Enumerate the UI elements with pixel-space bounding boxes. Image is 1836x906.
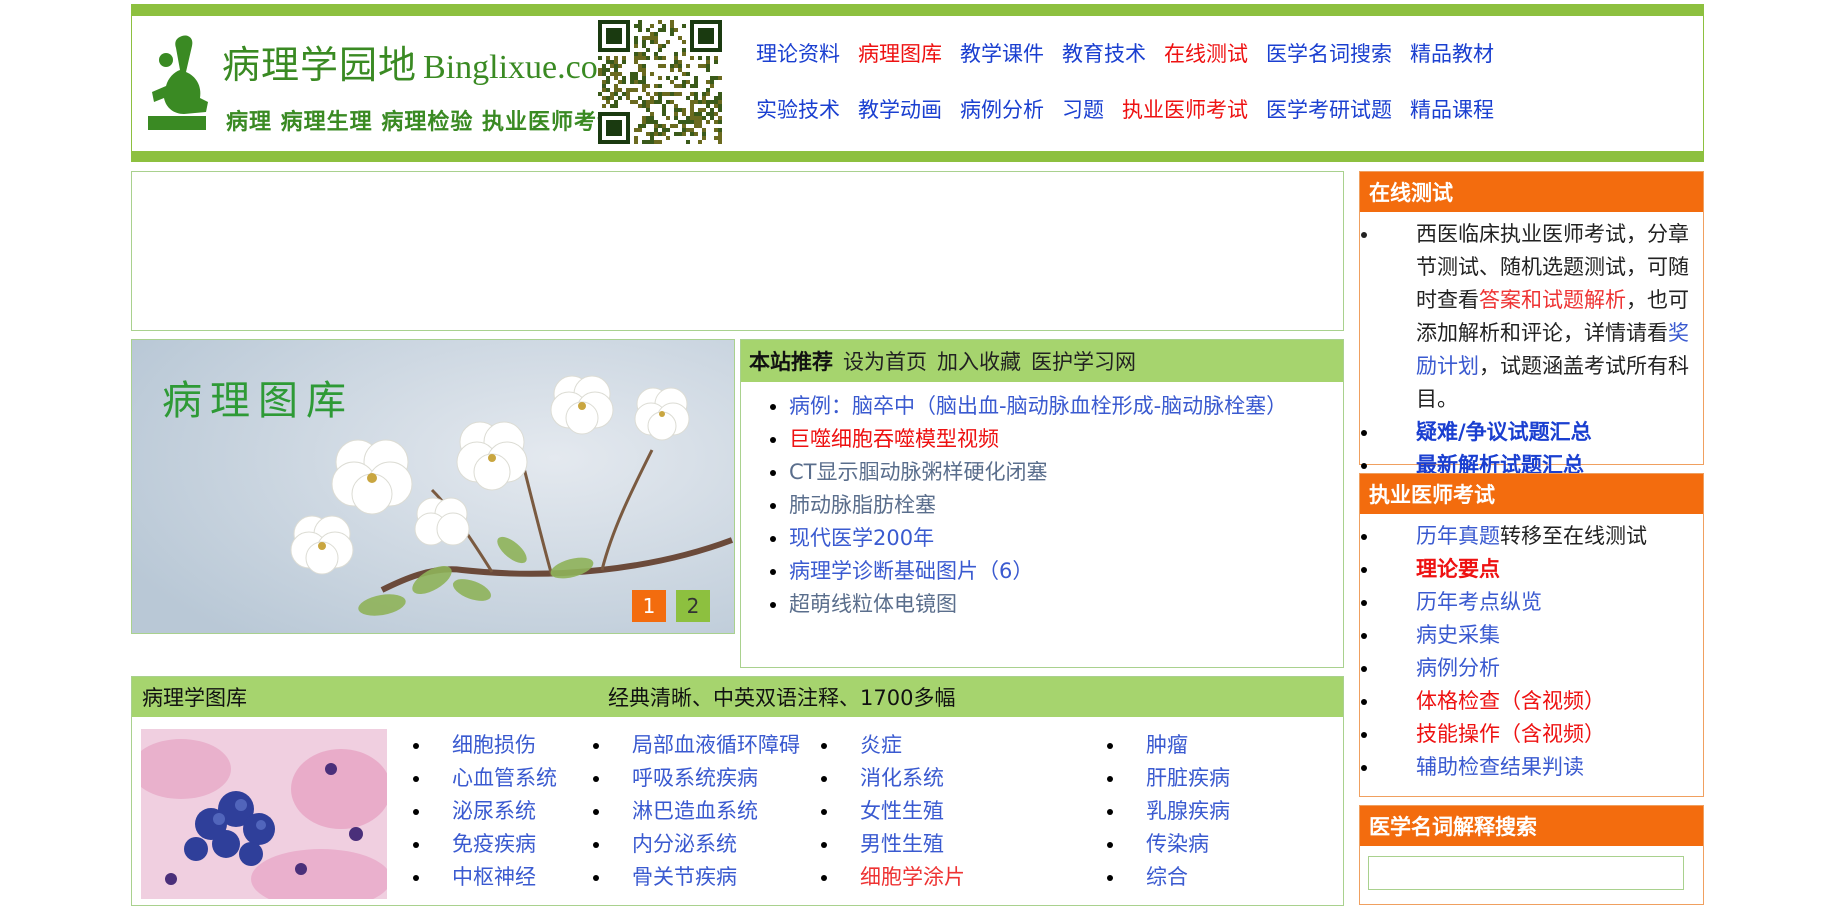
gallery-category-link[interactable]: 细胞损伤 [432,729,584,762]
past-exams-note: 转移至在线测试 [1500,524,1647,548]
nav-link[interactable]: 精品课程 [1410,94,1494,128]
nav-link[interactable]: 执业医师考试 [1122,94,1248,128]
gallery-category-link[interactable]: 肿瘤 [1126,729,1238,762]
logo-subtitle: 病理 病理生理 病理检验 执业医师考试 [226,110,620,135]
site-header: 病理学园地 Binglixue.com 病理 病理生理 病理检验 执业医师考试 理… [131,4,1704,162]
gallery-column: 炎症消化系统女性生殖男性生殖细胞学涂片 [812,729,1098,894]
exam-item-link[interactable]: 体格检查（含视频） [1380,685,1695,718]
recommend-item-link[interactable]: 现代医学200年 [789,522,1343,555]
gallery-category-columns: 细胞损伤心血管系统泌尿系统免疫疾病中枢神经局部血液循环障碍呼吸系统疾病淋巴造血系… [404,729,1238,894]
set-homepage-link[interactable]: 设为首页 [843,346,927,376]
gallery-category-link[interactable]: 乳腺疾病 [1126,795,1238,828]
gallery-category-link[interactable]: 综合 [1126,861,1238,894]
recommend-item-link[interactable]: 巨噬细胞吞噬模型视频 [789,423,1343,456]
nav-link[interactable]: 病理图库 [858,38,942,72]
nav-row-secondary: 实验技术 教学动画 病例分析 习题 执业医师考试 医学考研试题 精品课程 [756,94,1696,128]
cytology-thumbnail-image[interactable] [141,729,387,899]
nav-link[interactable]: 理论资料 [756,38,840,72]
microscope-logo-icon [148,35,208,130]
nav-link[interactable]: 在线测试 [1164,38,1248,72]
answer-analysis-link[interactable]: 答案和试题解析 [1479,288,1626,312]
gallery-category-link[interactable]: 传染病 [1126,828,1238,861]
recommend-item-link[interactable]: 肺动脉脂肪栓塞 [789,489,1343,522]
gallery-category-link[interactable]: 泌尿系统 [432,795,584,828]
past-exams-link[interactable]: 历年真题 [1416,524,1500,548]
online-test-body: 西医临床执业医师考试，分章节测试、随机选题测试，可随时查看答案和试题解析，也可添… [1360,212,1703,488]
gallery-category-link[interactable]: 女性生殖 [840,795,1098,828]
licensing-exam-list: 历年真题转移至在线测试 理论要点历年考点纵览病史采集病例分析体格检查（含视频）技… [1368,520,1695,784]
online-test-panel: 在线测试 西医临床执业医师考试，分章节测试、随机选题测试，可随时查看答案和试题解… [1359,171,1704,477]
slideshow-page-button[interactable]: 2 [676,590,710,622]
gallery-category-link[interactable]: 炎症 [840,729,1098,762]
term-search-panel: 医学名词解释搜索 [1359,805,1704,905]
gallery-category-link[interactable]: 心血管系统 [432,762,584,795]
term-search-input[interactable] [1368,856,1684,890]
exam-item-link[interactable]: 技能操作（含视频） [1380,718,1695,751]
gallery-category-link[interactable]: 骨关节疾病 [612,861,812,894]
recommend-item-link[interactable]: 病例：脑卒中（脑出血-脑动脉血栓形成-脑动脉栓塞） [789,390,1343,423]
nav-link[interactable]: 实验技术 [756,94,840,128]
gallery-title: 病理学图库 [142,686,247,710]
gallery-column: 肿瘤肝脏疾病乳腺疾病传染病综合 [1098,729,1238,894]
slideshow-caption: 病理图库 [162,378,354,424]
gallery-column: 细胞损伤心血管系统泌尿系统免疫疾病中枢神经 [404,729,584,894]
gallery-category-link[interactable]: 内分泌系统 [612,828,812,861]
exam-item-link[interactable]: 理论要点 [1380,553,1695,586]
site-logo[interactable]: 病理学园地 Binglixue.com 病理 病理生理 病理检验 执业医师考试 [140,22,624,142]
online-test-title: 在线测试 [1360,172,1703,212]
gallery-description: 经典清晰、中英双语注释、1700多幅 [608,686,956,710]
term-search-title: 医学名词解释搜索 [1360,806,1703,846]
recommend-item-link[interactable]: 超萌线粒体电镜图 [789,588,1343,621]
nav-link[interactable]: 病例分析 [960,94,1044,128]
exam-item-link[interactable]: 历年考点纵览 [1380,586,1695,619]
gallery-category-link[interactable]: 细胞学涂片 [840,861,1098,894]
gallery-category-link[interactable]: 局部血液循环障碍 [612,729,812,762]
nav-row-primary: 理论资料 病理图库 教学课件 教育技术 在线测试 医学名词搜索 精品教材 [756,38,1696,72]
nursing-site-link[interactable]: 医护学习网 [1031,346,1136,376]
exam-item-link[interactable]: 病例分析 [1380,652,1695,685]
pathology-gallery-panel: 病理学图库 经典清晰、中英双语注释、1700多幅 细胞损伤心血管系统泌尿系统免疫… [131,676,1344,906]
gallery-column: 局部血液循环障碍呼吸系统疾病淋巴造血系统内分泌系统骨关节疾病 [584,729,812,894]
slideshow-page-button[interactable]: 1 [632,590,666,622]
nav-link[interactable]: 教育技术 [1062,38,1146,72]
recommend-item-link[interactable]: CT显示腘动脉粥样硬化闭塞 [789,456,1343,489]
exam-item-link[interactable]: 辅助检查结果判读 [1380,751,1695,784]
gallery-category-link[interactable]: 中枢神经 [432,861,584,894]
online-test-intro: 西医临床执业医师考试，分章节测试、随机选题测试，可随时查看答案和试题解析，也可添… [1380,218,1695,416]
nav-link[interactable]: 教学课件 [960,38,1044,72]
gallery-header: 病理学图库 经典清晰、中英双语注释、1700多幅 [132,677,1343,717]
recommend-title: 本站推荐 [749,350,833,374]
recommend-panel: 本站推荐 设为首页 加入收藏 医护学习网 病例：脑卒中（脑出血-脑动脉血栓形成-… [740,339,1344,668]
recommend-list: 病例：脑卒中（脑出血-脑动脉血栓形成-脑动脉栓塞）巨噬细胞吞噬模型视频CT显示腘… [741,382,1343,621]
nav-link[interactable]: 精品教材 [1410,38,1494,72]
gallery-category-link[interactable]: 肝脏疾病 [1126,762,1238,795]
recommend-header: 本站推荐 设为首页 加入收藏 医护学习网 [741,340,1343,382]
nav-link[interactable]: 习题 [1062,94,1104,128]
gallery-category-link[interactable]: 淋巴造血系统 [612,795,812,828]
exam-item-link[interactable]: 病史采集 [1380,619,1695,652]
advertisement-banner [131,171,1344,331]
gallery-category-link[interactable]: 男性生殖 [840,828,1098,861]
gallery-category-link[interactable]: 消化系统 [840,762,1098,795]
recommend-item-link[interactable]: 病理学诊断基础图片（6） [789,555,1343,588]
nav-link[interactable]: 医学考研试题 [1266,94,1392,128]
exam-list-item: 历年真题转移至在线测试 [1380,520,1695,553]
nav-link[interactable]: 教学动画 [858,94,942,128]
image-slideshow[interactable]: 病理图库 12 [131,339,735,634]
logo-title: 病理学园地 Binglixue.com [222,43,625,87]
add-favorite-link[interactable]: 加入收藏 [937,346,1021,376]
licensing-exam-body: 历年真题转移至在线测试 理论要点历年考点纵览病史采集病例分析体格检查（含视频）技… [1360,514,1703,790]
licensing-exam-title: 执业医师考试 [1360,474,1703,514]
slideshow-pager: 12 [632,590,710,622]
logo-url: Binglixue.com [423,49,625,86]
nav-link[interactable]: 医学名词搜索 [1266,38,1392,72]
gallery-category-link[interactable]: 呼吸系统疾病 [612,762,812,795]
disputed-questions-link[interactable]: 疑难/争议试题汇总 [1380,416,1695,449]
qr-code-icon [598,20,722,144]
main-navigation: 理论资料 病理图库 教学课件 教育技术 在线测试 医学名词搜索 精品教材 实验技术 教学动画病… [756,38,1696,128]
licensing-exam-panel: 执业医师考试 历年真题转移至在线测试 理论要点历年考点纵览病史采集病例分析体格检… [1359,473,1704,797]
gallery-category-link[interactable]: 免疫疾病 [432,828,584,861]
